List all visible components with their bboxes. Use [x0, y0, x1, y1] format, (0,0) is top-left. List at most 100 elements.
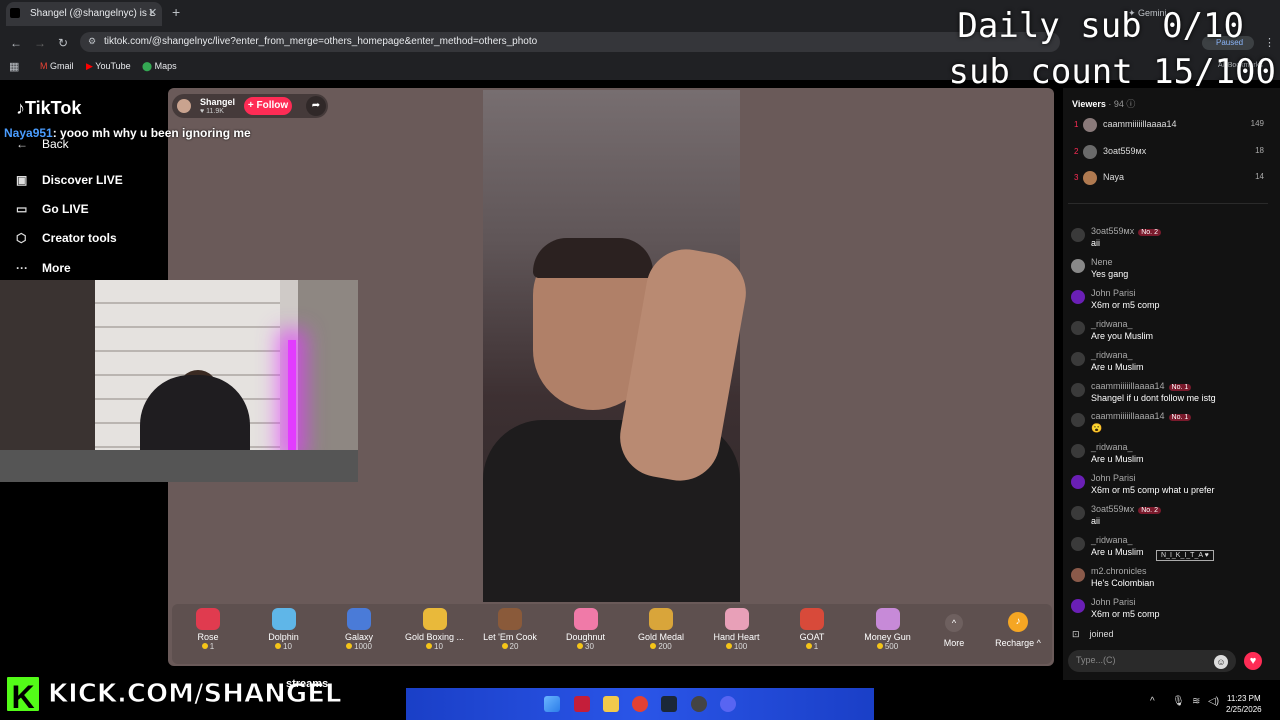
bookmark-maps[interactable]: ⬤ Maps	[142, 61, 177, 72]
gift-item[interactable]: Rose 1	[172, 608, 244, 651]
top-viewer-row[interactable]: 2 3oat559мх 18	[1070, 143, 1270, 163]
coin-icon	[275, 643, 282, 649]
chat-message[interactable]: m2.chronicles He's Colombian	[1070, 566, 1270, 596]
chat-username: 3oat559мх No. 2	[1091, 504, 1161, 515]
sidebar-item-more[interactable]: ··· More	[16, 261, 71, 275]
host-name: Shangel	[200, 97, 236, 107]
host-avatar[interactable]	[177, 99, 191, 113]
obs-icon[interactable]	[691, 696, 707, 712]
volume-icon[interactable]: ◁)	[1208, 696, 1219, 707]
steam-icon[interactable]	[661, 696, 677, 712]
chat-message[interactable]: 3oat559мх No. 2 aii	[1070, 504, 1270, 534]
chat-message[interactable]: 3oat559мх No. 2 aii	[1070, 226, 1270, 256]
chat-message[interactable]: John Parisi X6m or m5 comp	[1070, 597, 1270, 627]
emoji-icon[interactable]: ☺	[1214, 655, 1228, 669]
app-icon[interactable]	[574, 696, 590, 712]
sidebar-item-discover-live[interactable]: ▣ Discover LIVE	[16, 173, 123, 187]
gift-item[interactable]: Gold Medal 200	[625, 608, 697, 651]
chat-input[interactable]: Type...(C)	[1068, 650, 1236, 672]
gift-more-button[interactable]: ^ More	[918, 614, 990, 648]
back-arrow-icon[interactable]: ←	[10, 36, 22, 50]
browser-menu-icon[interactable]: ⋮	[1264, 36, 1275, 49]
follow-button[interactable]: + Follow	[244, 97, 292, 115]
gift-item[interactable]: Let 'Em Cook 20	[474, 608, 546, 651]
chat-username: _ridwana_	[1091, 442, 1133, 453]
chat-message[interactable]: _ridwana_ Are u Muslim	[1070, 350, 1270, 380]
share-icon[interactable]: ➦	[306, 96, 326, 116]
overlay-chat-text: : yooo mh why u been ignoring me	[52, 126, 251, 140]
bookmark-youtube[interactable]: ▶ YouTube	[86, 61, 131, 72]
avatar[interactable]	[1083, 118, 1097, 132]
avatar[interactable]	[1071, 320, 1085, 335]
avatar[interactable]	[1071, 382, 1085, 397]
chat-message[interactable]: caammiiiiillaaaa14 No. 1 Shangel if u dont…	[1070, 381, 1270, 411]
avatar[interactable]	[1071, 537, 1085, 551]
gift-item[interactable]: Gold Boxing ... 10	[399, 608, 471, 651]
user-tooltip: N_I_K_I_T_A ♥	[1156, 550, 1214, 561]
streams-text: streams	[286, 678, 329, 690]
coin-icon: ♪	[1008, 612, 1028, 632]
gift-item[interactable]: Dolphin 10	[248, 608, 320, 651]
avatar[interactable]	[1071, 444, 1085, 459]
recharge-button[interactable]: ♪ Recharge ^	[982, 612, 1054, 648]
bookmark-gmail[interactable]: M Gmail	[40, 61, 74, 71]
top-viewer-row[interactable]: 3 Naya 14	[1070, 169, 1270, 189]
chat-text: Are u Muslim	[1091, 547, 1144, 557]
close-tab-icon[interactable]: ✕	[148, 6, 157, 19]
avatar[interactable]	[1071, 228, 1085, 242]
chat-message[interactable]: _ridwana_ Are you Muslim	[1070, 319, 1270, 349]
avatar[interactable]	[1083, 171, 1097, 185]
gift-icon	[422, 608, 447, 630]
top-viewer-row[interactable]: 1 caammiiiiillaaaa14 149	[1070, 116, 1270, 136]
avatar[interactable]	[1083, 144, 1097, 159]
address-bar[interactable]: tiktok.com/@shangelnyc/live?enter_from_m…	[80, 32, 1060, 52]
avatar[interactable]	[1071, 475, 1085, 490]
gift-item[interactable]: Doughnut 30	[550, 608, 622, 651]
windows-start-icon[interactable]	[544, 696, 560, 712]
avatar[interactable]	[1071, 258, 1085, 273]
chat-message[interactable]: caammiiiiillaaaa14 No. 1 😮	[1070, 411, 1270, 441]
chat-message[interactable]: Nene Yes gang	[1070, 257, 1270, 287]
like-heart-button[interactable]: ♥	[1244, 652, 1262, 670]
reload-icon[interactable]: ↻	[58, 36, 68, 50]
sidebar-item-go-live[interactable]: ▭ Go LIVE	[16, 202, 89, 216]
avatar[interactable]	[1071, 567, 1085, 582]
viewers-header: Viewers · 94 ⓘ	[1072, 99, 1136, 109]
gift-name: Dolphin	[268, 632, 299, 642]
tray-chevron-icon[interactable]: ^	[1150, 696, 1155, 707]
sidebar-item-creator-tools[interactable]: ⬡ Creator tools	[16, 231, 117, 245]
chat-username: John Parisi	[1091, 287, 1136, 298]
avatar[interactable]	[1071, 413, 1085, 428]
chat-message[interactable]: John Parisi X6m or m5 comp what u prefer	[1070, 473, 1270, 503]
avatar[interactable]	[1071, 506, 1085, 521]
wifi-icon[interactable]: ≋	[1192, 696, 1200, 707]
apps-grid-icon[interactable]: ▦	[9, 60, 19, 73]
gift-name: Rose	[197, 632, 219, 642]
live-stream-video[interactable]	[483, 90, 753, 602]
coin-icon	[501, 643, 508, 649]
gift-item[interactable]: GOAT 1	[776, 608, 848, 651]
microphone-icon[interactable]: 🎙	[1172, 696, 1185, 707]
avatar[interactable]	[1071, 289, 1085, 304]
forward-arrow-icon[interactable]: →	[34, 36, 46, 50]
gift-item[interactable]: Galaxy 1000	[323, 608, 395, 651]
chat-text: 😮	[1091, 423, 1103, 434]
site-info-icon[interactable]: ⚙	[88, 36, 96, 47]
system-clock[interactable]: 11:23 PM 2/25/2026	[1226, 693, 1262, 715]
chat-username: _ridwana_	[1091, 535, 1133, 545]
gift-item[interactable]: Money Gun 500	[852, 608, 924, 651]
new-tab-icon[interactable]: +	[172, 4, 180, 20]
file-explorer-icon[interactable]	[603, 696, 619, 712]
gift-item[interactable]: Hand Heart 100	[701, 608, 773, 651]
chat-message[interactable]: _ridwana_ Are u Muslim	[1070, 442, 1270, 472]
tiktok-logo[interactable]: ♪TikTok	[16, 98, 81, 119]
chrome-icon[interactable]	[632, 696, 648, 712]
discord-icon[interactable]	[720, 696, 736, 712]
avatar[interactable]	[1071, 351, 1085, 366]
avatar[interactable]	[1071, 598, 1085, 613]
browser-tab[interactable]: Shangel (@shangelnyc) is L	[6, 2, 162, 26]
chat-username: m2.chronicles	[1091, 565, 1147, 576]
joined-notice: ⊡ joined	[1072, 629, 1114, 639]
gift-name: Hand Heart	[713, 632, 760, 642]
chat-message[interactable]: John Parisi X6m or m5 comp	[1070, 288, 1270, 318]
